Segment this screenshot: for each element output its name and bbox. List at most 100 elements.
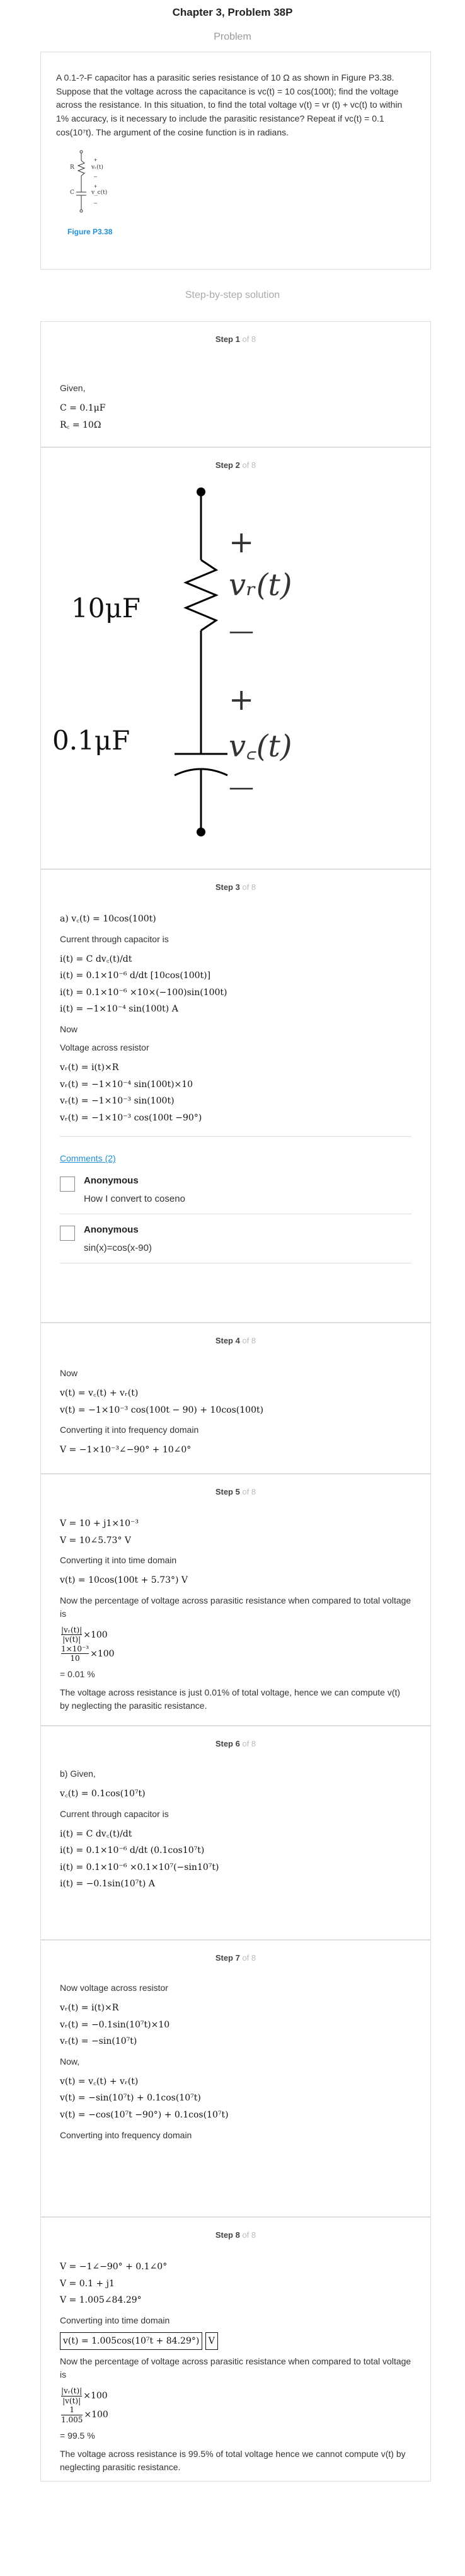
step-8-header: Step 8 of 8 [60, 2218, 411, 2240]
fraction: 1×10⁻³ 10 [61, 1644, 89, 1663]
eq-total-sub-b: v(t) = −sin(10⁷t) + 0.1cos(10⁷t) [60, 2093, 201, 2104]
step8-text-1: Converting into time domain [60, 2315, 170, 2325]
fig-minus-1: – [94, 173, 98, 180]
problem-text: A 0.1-?-F capacitor has a parasitic seri… [56, 72, 403, 137]
eq-current-sub-b: i(t) = 0.1×10⁻⁶ d/dt (0.1cos10⁷t) [60, 1845, 205, 1856]
eq-vr-sub: vᵣ(t) = −1×10⁻⁴ sin(100t)×10 [60, 1079, 193, 1090]
part-a-given: a) v꜀(t) = 10cos(100t) [60, 914, 156, 924]
eq-vr-cos: vᵣ(t) = −1×10⁻³ cos(100t −90°) [60, 1112, 202, 1123]
step-6-header: Step 6 of 8 [60, 1726, 411, 1748]
eq-total-cos-b: v(t) = −cos(10⁷t −90°) + 0.1cos(10⁷t) [60, 2109, 229, 2120]
problem-figure: R C vᵣ(t) v_c(t) + – + – Figure P3.38 [56, 148, 132, 236]
boxed-result: v(t) = 1.005cos(10⁷t + 84.29°) [60, 2332, 203, 2351]
step4-text-2: Converting it into frequency domain [60, 1425, 199, 1435]
given-c: C = 0.1μF [60, 403, 106, 413]
fraction-denominator: 10 [70, 1653, 80, 1663]
times-100: ×100 [83, 2391, 108, 2402]
comment-text: sin(x)=cos(x-90) [84, 1242, 152, 1253]
fraction-denominator: 1.005 [61, 2415, 83, 2424]
step-5-header: Step 5 of 8 [60, 1474, 411, 1496]
comment-author: Anonymous [84, 1224, 139, 1236]
vc-label: v꜀(t) [229, 729, 292, 764]
fraction: 1 1.005 [61, 2405, 83, 2424]
fraction: |vᵣ(t)| |v(t)| [61, 1625, 83, 1644]
vr-minus: — [229, 617, 254, 646]
vr-label: vᵣ(t) [229, 567, 292, 603]
comment-text: How I convert to coseno [84, 1193, 185, 1204]
eq-current-def-b: i(t) = C dv꜀(t)/dt [60, 1828, 132, 1839]
step-label: Step 2 [215, 460, 240, 470]
fig-plus-1: + [94, 157, 98, 164]
eq-current-sub: i(t) = 0.1×10⁻⁶ d/dt [10cos(100t)] [60, 971, 211, 981]
eq-vr-result-b: vᵣ(t) = −sin(10⁷t) [60, 2036, 137, 2047]
step-1-card: Step 1 of 8 Given, C = 0.1μF R꜀ = 10Ω [40, 321, 431, 447]
comments-link[interactable]: Comments (2) [60, 1153, 116, 1163]
step3-text-2: Now [60, 1023, 78, 1034]
eq-total-sub: v(t) = −1×10⁻³ cos(100t − 90) + 10cos(10… [60, 1405, 264, 1415]
eq-phasor-b: V = −1∠−90° + 0.1∠0° [60, 2262, 168, 2272]
eq-total-def-b: v(t) = v꜀(t) + vᵣ(t) [60, 2076, 139, 2087]
step4-text-1: Now [60, 1368, 78, 1378]
times-100: ×100 [83, 1629, 108, 1640]
avatar [60, 1177, 75, 1192]
step3-text-3: Voltage across resistor [60, 1042, 149, 1052]
fraction-denominator: |v(t)| [62, 2396, 81, 2405]
step7-text-1: Now voltage across resistor [60, 1983, 168, 1993]
chapter-title: Chapter 3, Problem 38P [172, 6, 293, 18]
step-count: of 8 [242, 460, 256, 470]
step-3-header: Step 3 of 8 [60, 870, 411, 892]
fraction: |vᵣ(t)| |v(t)| [61, 2386, 83, 2405]
step-count: of 8 [242, 1739, 256, 1748]
fraction-numerator: |vᵣ(t)| [61, 1625, 83, 1636]
eq-percent-def: |vᵣ(t)| |v(t)| ×100 [60, 1626, 411, 1644]
step-label: Step 4 [215, 1336, 240, 1345]
step7-text-3: Converting into frequency domain [60, 2129, 192, 2140]
eq-phasor-polar-b: V = 1.005∠84.29° [60, 2295, 142, 2306]
step-label: Step 7 [215, 1953, 240, 1963]
eq-total-def: v(t) = v꜀(t) + vᵣ(t) [60, 1388, 139, 1398]
step-7-card: Step 7 of 8 Now voltage across resistor … [40, 1940, 431, 2217]
fraction-numerator: 1 [61, 2405, 83, 2415]
step-count: of 8 [242, 1953, 256, 1963]
step-5-card: Step 5 of 8 V = 10 + j1×10⁻³ V = 10∠5.73… [40, 1474, 431, 1726]
eq-percent-sub-b: 1 1.005 ×100 [60, 2405, 411, 2424]
problem-card: A 0.1-?-F capacitor has a parasitic seri… [40, 52, 431, 270]
eq-current-derive-b: i(t) = 0.1×10⁻⁶ ×0.1×10⁷(−sin10⁷t) [60, 1862, 219, 1872]
vr-plus: + [229, 525, 255, 560]
times-100: ×100 [90, 1648, 115, 1659]
fig-minus-2: – [94, 200, 98, 207]
eq-phasor-rect: V = 10 + j1×10⁻³ [60, 1519, 139, 1529]
fig-label-vc: v_c(t) [91, 190, 108, 197]
step-1-header: Step 1 of 8 [60, 322, 411, 344]
problem-heading: Problem [214, 31, 251, 42]
step-count: of 8 [242, 882, 256, 892]
step-label: Step 1 [215, 334, 240, 344]
fig-label-r: R [70, 164, 74, 171]
fig-plus-2: + [94, 183, 98, 190]
step7-text-2: Now, [60, 2056, 80, 2066]
step-7-header: Step 7 of 8 [60, 1941, 411, 1963]
step-2-header: Step 2 of 8 [60, 448, 411, 470]
step-label: Step 8 [215, 2230, 240, 2240]
step-3-card: Step 3 of 8 a) v꜀(t) = 10cos(100t) Curre… [40, 869, 431, 1323]
fig-label-c: C [70, 190, 74, 197]
step8-text-2: Now the percentage of voltage across par… [60, 2356, 411, 2380]
fraction-numerator: 1×10⁻³ [61, 1644, 89, 1654]
step6-text-1: Current through capacitor is [60, 1808, 169, 1819]
comment-author: Anonymous [84, 1175, 139, 1187]
eq-current-result: i(t) = −1×10⁻⁴ sin(100t) A [60, 1004, 178, 1015]
step-count: of 8 [242, 2230, 256, 2240]
step-count: of 8 [242, 1336, 256, 1345]
comment-item: Anonymous How I convert to coseno [60, 1174, 411, 1215]
eq-vr-sin: vᵣ(t) = −1×10⁻³ sin(100t) [60, 1096, 175, 1107]
resistor-label: 10μF [71, 593, 141, 624]
eq-phasor-polar: V = 10∠5.73° V [60, 1535, 132, 1546]
step-6-card: Step 6 of 8 b) Given, v꜀(t) = 0.1cos(10⁷… [40, 1726, 431, 1940]
eq-percent-def-b: |vᵣ(t)| |v(t)| ×100 [60, 2386, 411, 2405]
step5-text-1: Converting it into time domain [60, 1555, 177, 1566]
step-label: Step 5 [215, 1487, 240, 1496]
solution-page: Chapter 3, Problem 38P Problem A 0.1-?-F… [0, 0, 465, 2576]
step-count: of 8 [242, 334, 256, 344]
eq-phasor: V = −1×10⁻³∠−90° + 10∠0° [60, 1445, 192, 1456]
vc-minus: — [229, 773, 254, 802]
